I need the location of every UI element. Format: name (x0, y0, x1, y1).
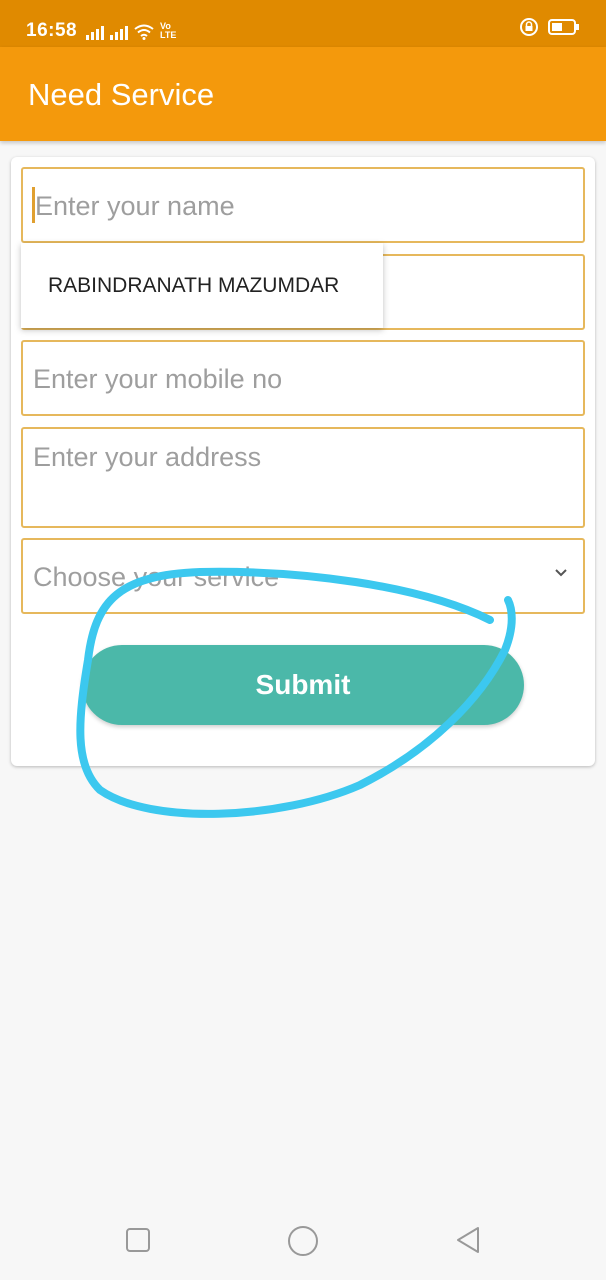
wifi-icon (134, 24, 154, 40)
autocomplete-dropdown[interactable]: RABINDRANATH MAZUMDAR (21, 243, 383, 328)
lock-icon (520, 18, 538, 36)
signal-icon (110, 24, 128, 40)
navigation-bar (0, 1200, 606, 1280)
chevron-down-icon (555, 569, 567, 577)
signal-icon (86, 24, 104, 40)
mobile-placeholder: Enter your mobile no (33, 364, 283, 394)
status-icons-right (520, 18, 580, 36)
app-bar: Need Service (0, 47, 606, 141)
status-bar: 16:58 Vo LTE (0, 0, 606, 47)
status-icons-left: Vo LTE (86, 22, 186, 40)
volte-icon: Vo LTE (160, 21, 177, 40)
status-time: 16:58 (26, 20, 78, 41)
battery-icon (548, 19, 579, 35)
autocomplete-suggestion[interactable]: RABINDRANATH MAZUMDAR (48, 274, 339, 298)
nav-back-icon[interactable] (454, 1225, 482, 1255)
nav-home-icon[interactable] (287, 1225, 319, 1257)
service-placeholder: Choose your service (33, 562, 280, 592)
service-select[interactable]: Choose your service (21, 538, 585, 614)
nav-recent-icon[interactable] (125, 1227, 151, 1253)
name-input[interactable]: Enter your name (21, 167, 585, 243)
address-placeholder: Enter your address (33, 442, 262, 472)
name-placeholder: Enter your name (35, 191, 235, 221)
page-title: Need Service (28, 77, 215, 112)
address-input[interactable]: Enter your address (21, 427, 585, 528)
mobile-input[interactable]: Enter your mobile no (21, 340, 585, 416)
submit-button[interactable]: Submit (82, 645, 524, 725)
